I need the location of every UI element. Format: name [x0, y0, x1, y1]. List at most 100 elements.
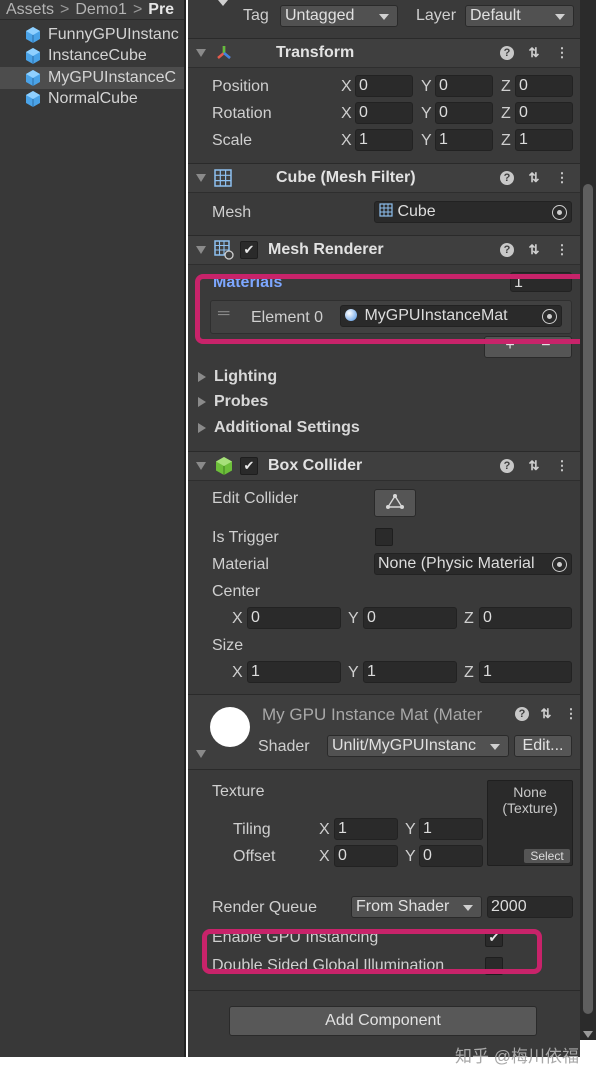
additional-settings-foldout[interactable]: Additional Settings: [198, 419, 360, 437]
add-component-button[interactable]: Add Component: [229, 1006, 537, 1036]
more-options-icon[interactable]: ⋮: [554, 45, 570, 61]
tiling-label: Tiling: [233, 821, 271, 838]
breadcrumb-item-assets[interactable]: Assets: [6, 1, 54, 19]
is-trigger-checkbox[interactable]: [375, 528, 393, 546]
texture-select-button[interactable]: Select: [524, 849, 570, 863]
foldout-arrow-icon[interactable]: [196, 462, 206, 470]
render-queue-field[interactable]: 2000: [487, 896, 573, 918]
box-collider-header[interactable]: ✔ Box Collider ? ⇅ ⋮: [188, 451, 580, 481]
tag-dropdown[interactable]: Untagged: [280, 5, 398, 27]
lighting-foldout[interactable]: Lighting: [198, 368, 277, 386]
breadcrumb-item-demo1[interactable]: Demo1: [75, 1, 127, 19]
axis-y-label: Y: [421, 78, 432, 95]
scale-z-field[interactable]: 1: [515, 129, 573, 151]
size-z-field[interactable]: 1: [479, 661, 572, 683]
layer-label: Layer: [416, 7, 457, 24]
preset-icon[interactable]: ⇅: [526, 458, 542, 474]
is-trigger-label: Is Trigger: [212, 529, 279, 546]
help-icon[interactable]: ?: [515, 707, 529, 721]
axis-z-label: Z: [501, 78, 511, 95]
scale-x-field[interactable]: 1: [355, 129, 413, 151]
axis-z-label: Z: [464, 664, 474, 681]
asset-item[interactable]: NormalCube: [0, 89, 184, 111]
help-icon[interactable]: ?: [500, 243, 514, 257]
scale-label: Scale: [212, 132, 253, 149]
asset-item[interactable]: InstanceCube: [0, 46, 184, 68]
transform-title: Transform: [276, 44, 355, 61]
foldout-arrow-icon[interactable]: [196, 246, 206, 254]
inspector-panel: Tag Untagged Layer Default Transform ? ⇅…: [188, 0, 580, 1057]
offset-x-field[interactable]: 0: [334, 845, 398, 867]
collider-material-label: Material: [212, 556, 269, 573]
offset-y-field[interactable]: 0: [419, 845, 483, 867]
object-picker-icon[interactable]: [552, 205, 567, 220]
scroll-down-icon[interactable]: [583, 1031, 593, 1038]
texture-slot[interactable]: None (Texture) Select: [487, 780, 573, 866]
divider: [188, 990, 580, 991]
position-y-field[interactable]: 0: [435, 75, 493, 97]
inspector-scrollbar[interactable]: [580, 0, 596, 1040]
rotation-y-field[interactable]: 0: [435, 102, 493, 124]
more-options-icon[interactable]: ⋮: [554, 242, 570, 258]
center-y-field[interactable]: 0: [363, 607, 457, 629]
probes-foldout[interactable]: Probes: [198, 393, 268, 411]
position-x-field[interactable]: 0: [355, 75, 413, 97]
rotation-label: Rotation: [212, 105, 272, 122]
render-queue-mode: From Shader: [356, 898, 450, 915]
more-options-icon[interactable]: ⋮: [554, 458, 570, 474]
texture-label: Texture: [212, 783, 265, 800]
help-icon[interactable]: ?: [500, 459, 514, 473]
scale-y-field[interactable]: 1: [435, 129, 493, 151]
box-collider-enabled-checkbox[interactable]: ✔: [240, 457, 258, 475]
size-y-field[interactable]: 1: [363, 661, 457, 683]
mesh-renderer-header[interactable]: ✔ Mesh Renderer ? ⇅ ⋮: [188, 235, 580, 265]
asset-item[interactable]: FunnyGPUInstanc: [0, 24, 184, 46]
scrollbar-thumb[interactable]: [583, 184, 593, 1014]
center-label: Center: [212, 583, 261, 600]
chevron-down-icon: [379, 14, 389, 20]
preset-icon[interactable]: ⇅: [526, 242, 542, 258]
preset-icon[interactable]: ⇅: [526, 45, 542, 61]
preset-icon[interactable]: ⇅: [538, 706, 554, 722]
asset-name: MyGPUInstanceC: [48, 68, 177, 86]
shader-edit-button[interactable]: Edit...: [514, 735, 572, 757]
rotation-z-field[interactable]: 0: [515, 102, 573, 124]
mesh-renderer-enabled-checkbox[interactable]: ✔: [240, 241, 258, 259]
position-z-field[interactable]: 0: [515, 75, 573, 97]
position-label: Position: [212, 78, 269, 95]
shader-label: Shader: [258, 738, 310, 755]
render-queue-dropdown[interactable]: From Shader: [351, 896, 482, 918]
size-x-field[interactable]: 1: [247, 661, 341, 683]
edit-collider-button[interactable]: [374, 489, 416, 517]
help-icon[interactable]: ?: [500, 171, 514, 185]
materials-highlight-box: [195, 274, 580, 344]
transform-header[interactable]: Transform ? ⇅ ⋮: [188, 38, 580, 68]
asset-item-selected[interactable]: MyGPUInstanceC: [0, 67, 184, 89]
preset-icon[interactable]: ⇅: [526, 170, 542, 186]
foldout-arrow-icon[interactable]: [196, 750, 206, 758]
watermark: 知乎 @梅川依福: [455, 1047, 579, 1066]
more-options-icon[interactable]: ⋮: [554, 170, 570, 186]
more-options-icon[interactable]: ⋮: [563, 706, 579, 722]
material-title: My GPU Instance Mat (Mater: [262, 705, 483, 724]
tiling-y-field[interactable]: 1: [419, 818, 483, 840]
mesh-field[interactable]: Cube: [374, 201, 572, 223]
mesh-label: Mesh: [212, 204, 252, 221]
rotation-x-field[interactable]: 0: [355, 102, 413, 124]
static-dropdown-icon[interactable]: [218, 0, 230, 6]
center-z-field[interactable]: 0: [479, 607, 572, 629]
object-picker-icon[interactable]: [552, 557, 567, 572]
breadcrumb-item-current[interactable]: Pre: [148, 1, 174, 19]
chevron-right-icon: >: [132, 0, 143, 18]
help-icon[interactable]: ?: [500, 46, 514, 60]
layer-dropdown[interactable]: Default: [465, 5, 574, 27]
shader-dropdown[interactable]: Unlit/MyGPUInstanc: [327, 735, 509, 757]
tiling-x-field[interactable]: 1: [334, 818, 398, 840]
chevron-down-icon: [463, 905, 473, 911]
foldout-arrow-icon[interactable]: [196, 174, 206, 182]
mesh-filter-header[interactable]: Cube (Mesh Filter) ? ⇅ ⋮: [188, 163, 580, 193]
collider-material-field[interactable]: None (Physic Material: [374, 553, 572, 575]
asset-name: NormalCube: [48, 90, 138, 108]
foldout-arrow-icon[interactable]: [196, 49, 206, 57]
center-x-field[interactable]: 0: [247, 607, 341, 629]
